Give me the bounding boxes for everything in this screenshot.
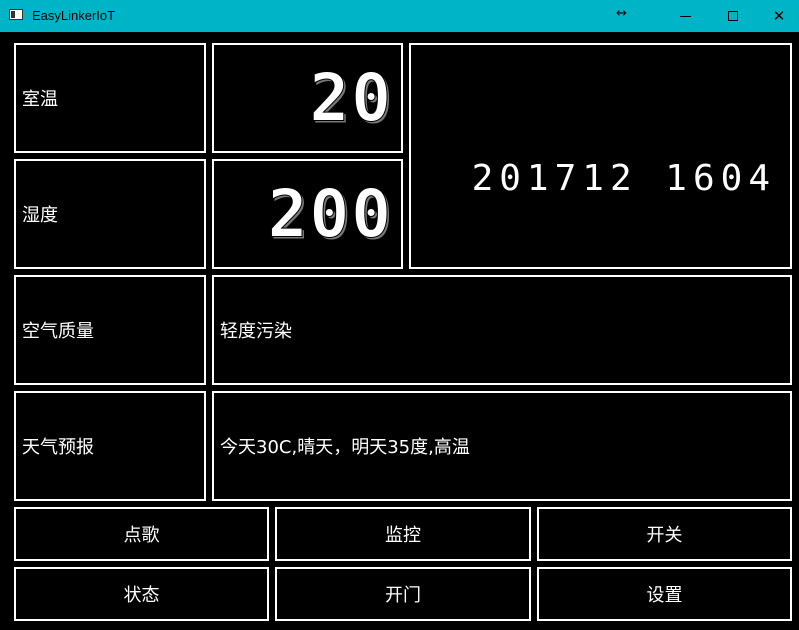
settings-button[interactable]: 设置 [537,567,792,621]
humidity-label: 湿度 [22,205,58,226]
air-quality-value: 轻度污染 [220,321,292,342]
weather-value-panel: 今天30C,晴天，明天35度,高温 [212,391,792,501]
weather-forecast-text: 今天30C,晴天，明天35度,高温 [220,437,470,458]
clock-panel: 201712 1604 [409,43,792,269]
weather-label-panel: 天气预报 [14,391,206,501]
maximize-icon [728,11,738,21]
resize-arrows-icon: ↔ [616,6,627,21]
humidity-value: 200 [267,175,393,253]
monitor-button[interactable]: 监控 [275,507,531,561]
air-quality-value-panel: 轻度污染 [212,275,792,385]
temperature-display-panel: 20 [212,43,403,153]
music-button[interactable]: 点歌 [14,507,269,561]
clock-value: 201712 1604 [471,158,776,199]
minimize-button[interactable] [662,0,708,32]
app-window-icon [9,9,23,20]
open-door-button[interactable]: 开门 [275,567,531,621]
humidity-label-panel: 湿度 [14,159,206,269]
humidity-display-panel: 200 [212,159,403,269]
title-bar: EasyLinkerIoT ↔ ✕ [0,0,799,32]
switch-button[interactable]: 开关 [537,507,792,561]
weather-label: 天气预报 [22,437,94,458]
air-quality-label: 空气质量 [22,321,94,342]
temperature-value: 20 [309,59,393,137]
status-button[interactable]: 状态 [14,567,269,621]
close-icon: ✕ [772,7,786,25]
air-quality-label-panel: 空气质量 [14,275,206,385]
temperature-label-panel: 室温 [14,43,206,153]
window-title: EasyLinkerIoT [32,8,116,23]
minimize-icon [679,15,691,17]
maximize-button[interactable] [710,0,756,32]
temperature-label: 室温 [22,89,58,110]
close-button[interactable]: ✕ [756,0,799,32]
